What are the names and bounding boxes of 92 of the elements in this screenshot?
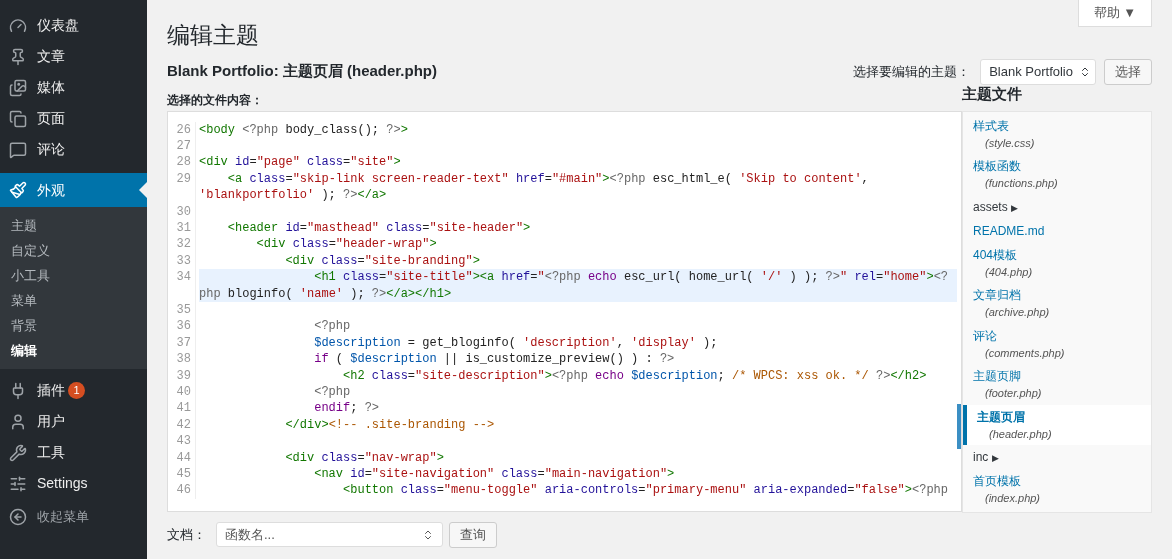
sidebar-item[interactable]: 页面 (0, 103, 147, 134)
folder-item[interactable]: assets ▶ (963, 194, 1151, 219)
collapse-icon (9, 507, 27, 526)
file-item[interactable]: 文章归档 (archive.php) (963, 283, 1151, 324)
line-number: 43 (168, 433, 196, 450)
code-line: if ( $description || is_customize_preview() ) : ?> (313, 351, 676, 368)
sidebar-item[interactable]: 用户 (0, 406, 147, 437)
line-number: 29 (168, 170, 196, 204)
line-number: 37 (168, 334, 196, 352)
code-line: <?php (313, 384, 352, 401)
code-line: </div><!-- .site-branding --> (284, 416, 496, 434)
file-item[interactable]: 评论 (comments.php) (963, 323, 1151, 364)
sidebar-item[interactable]: 工具 (0, 437, 147, 468)
submenu-item[interactable]: 主题 (0, 213, 147, 238)
sliders-icon (9, 474, 27, 493)
file-item[interactable]: 主题页眉 (header.php) (963, 404, 1151, 445)
line-number: 41 (168, 400, 196, 417)
wrench-icon (9, 443, 27, 462)
theme-picker-label: 选择要编辑的主题： (853, 62, 971, 81)
file-heading: Blank Portfolio: 主题页眉 (header.php) (167, 61, 437, 82)
sidebar-item[interactable]: 插件 1 (0, 375, 147, 406)
code-editor[interactable] (167, 110, 962, 512)
file-item[interactable]: 主题页脚 (footer.php) (963, 364, 1151, 405)
line-number: 32 (168, 236, 196, 253)
media-icon (9, 78, 27, 97)
code-line: <div class="nav-wrap"> (284, 449, 445, 467)
scrollbar-thumb[interactable] (957, 403, 961, 449)
line-number: 46 (168, 482, 196, 499)
code-line: <body <?php body_class(); ?>> (199, 121, 409, 138)
collapse-menu[interactable]: 收起菜单 (0, 501, 147, 532)
file-item[interactable]: README.md (963, 218, 1151, 243)
submenu-item[interactable]: 小工具 (0, 263, 147, 288)
count-badge: 1 (68, 382, 85, 399)
pin-icon (9, 47, 27, 66)
select-button[interactable]: 选择 (1104, 58, 1152, 85)
sidebar-item[interactable]: 外观 (0, 173, 147, 207)
pointer-arrow (139, 182, 147, 198)
line-number: 42 (168, 416, 196, 434)
code-line: <div id="page" class="site"> (199, 154, 402, 171)
docs-label: 文档： (167, 525, 206, 544)
line-number: 34 (168, 269, 196, 302)
paintbrush-icon (9, 181, 27, 199)
editor-label: 选择的文件内容： (167, 91, 264, 109)
code-line: <?php (313, 318, 352, 335)
help-button[interactable]: 帮助 ▼ (1077, 0, 1152, 27)
pages-icon (9, 109, 27, 128)
line-number: 38 (168, 351, 196, 368)
file-item[interactable]: 模板函数 (functions.php) (963, 154, 1151, 195)
code-line: endif; ?> (313, 400, 381, 417)
file-item[interactable]: 样式表 (style.css) (963, 113, 1151, 154)
submenu-item[interactable]: 编辑 (0, 338, 147, 363)
lookup-button[interactable]: 查询 (449, 521, 497, 548)
line-number: 26 (168, 121, 196, 138)
code-line: <a class="skip-link screen-reader-text" href="#main"><?php esc_html_e( 'Skip to content', 'blankportfolio' ); ?></a> (199, 170, 870, 204)
code-line: $description = get_bloginfo( 'description', 'display' ); (313, 334, 719, 352)
sidebar-item[interactable]: Settings (0, 468, 147, 499)
comment-icon (9, 140, 27, 159)
sidebar-item[interactable]: 文章 (0, 41, 147, 72)
theme-files-title: 主题文件 (962, 84, 1023, 105)
line-number: 45 (168, 466, 196, 483)
theme-select[interactable]: Blank Portfolio (980, 58, 1096, 85)
sidebar-item[interactable]: 仪表盘 (0, 10, 147, 41)
line-number: 36 (168, 318, 196, 335)
line-number: 30 (168, 203, 196, 220)
code-line: <header id="masthead" class="site-header"> (226, 219, 532, 237)
folder-item[interactable]: inc ▶ (963, 445, 1151, 469)
page-title: 编辑主题 (167, 21, 259, 50)
line-number: 27 (168, 137, 196, 155)
line-number: 35 (168, 301, 196, 319)
sidebar-item[interactable]: 评论 (0, 134, 147, 165)
code-line: <div class="header-wrap"> (255, 236, 438, 253)
code-line: <div class="site-branding"> (284, 252, 481, 270)
code-line: <h2 class="site-description"><?php echo $description; /* WPCS: xss ok. */ ?></h2> (342, 367, 928, 384)
user-icon (9, 412, 27, 431)
file-item[interactable]: 首页模板 (index.php) (963, 469, 1151, 510)
sidebar-item[interactable]: 媒体 (0, 72, 147, 103)
submenu-item[interactable]: 菜单 (0, 288, 147, 313)
line-number: 44 (168, 449, 196, 467)
code-line: <nav id="site-navigation" class="main-navigation"> (313, 466, 676, 483)
line-number: 31 (168, 219, 196, 237)
function-select[interactable]: 函数名... (216, 522, 443, 547)
line-number: 28 (168, 154, 196, 171)
select-arrows-icon (1079, 65, 1091, 78)
file-item[interactable]: 404模板 (404.php) (963, 242, 1151, 283)
line-number: 33 (168, 252, 196, 270)
select-arrows-icon (422, 528, 434, 541)
submenu-item[interactable]: 自定义 (0, 238, 147, 263)
line-number: 40 (168, 384, 196, 401)
dashboard-icon (9, 16, 27, 35)
code-line: <button class="menu-toggle" aria-controls="primary-menu" aria-expanded="false"><?php (342, 482, 949, 499)
line-number: 39 (168, 367, 196, 384)
submenu-item[interactable]: 背景 (0, 313, 147, 338)
